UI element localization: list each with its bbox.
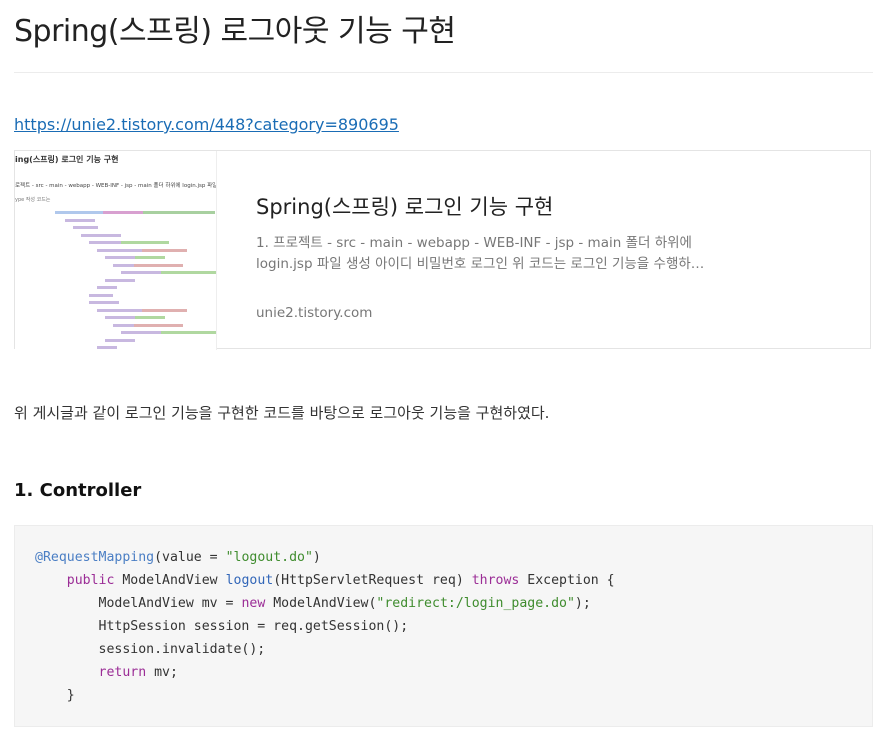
- body-paragraph: 위 게시글과 같이 로그인 기능을 구현한 코드를 바탕으로 로그아웃 기능을 …: [14, 404, 550, 422]
- code-line: session.invalidate();: [35, 642, 266, 657]
- thumbnail-code-lines: [35, 211, 216, 350]
- code-line: return mv;: [98, 665, 178, 680]
- post-title: Spring(스프링) 로그아웃 기능 구현: [14, 14, 456, 49]
- preview-description-line: login.jsp 파일 생성 아이디 비밀번호 로그인 위 코드는 로그인 기…: [256, 256, 705, 272]
- thumbnail-subtitle: 로젝트 - src - main - webapp - WEB-INF - js…: [15, 183, 217, 189]
- preview-thumbnail[interactable]: ing(스프링) 로그인 기능 구현 로젝트 - src - main - we…: [15, 151, 217, 350]
- code-line: @RequestMapping(value = "logout.do"): [35, 550, 321, 565]
- section-heading: 1. Controller: [14, 480, 142, 501]
- code-content: @RequestMapping(value = "logout.do") pub…: [35, 546, 615, 707]
- code-line: }: [35, 688, 75, 703]
- preview-description: 1. 프로젝트 - src - main - webapp - WEB-INF …: [256, 233, 736, 275]
- preview-domain: unie2.tistory.com: [256, 305, 373, 321]
- title-divider: [14, 72, 873, 73]
- code-block[interactable]: @RequestMapping(value = "logout.do") pub…: [14, 525, 873, 727]
- code-line: public ModelAndView logout(HttpServletRe…: [66, 573, 615, 588]
- thumbnail-caption: ype 작성 코드는: [15, 197, 51, 203]
- thumbnail-title: ing(스프링) 로그인 기능 구현: [15, 155, 119, 164]
- code-line: HttpSession session = req.getSession();: [35, 619, 409, 634]
- preview-description-line: 1. 프로젝트 - src - main - webapp - WEB-INF …: [256, 235, 692, 251]
- preview-title[interactable]: Spring(스프링) 로그인 기능 구현: [256, 191, 553, 221]
- reference-link[interactable]: https://unie2.tistory.com/448?category=8…: [14, 115, 399, 134]
- link-preview-card[interactable]: ing(스프링) 로그인 기능 구현 로젝트 - src - main - we…: [14, 150, 871, 350]
- code-line: ModelAndView mv = new ModelAndView("redi…: [35, 596, 591, 611]
